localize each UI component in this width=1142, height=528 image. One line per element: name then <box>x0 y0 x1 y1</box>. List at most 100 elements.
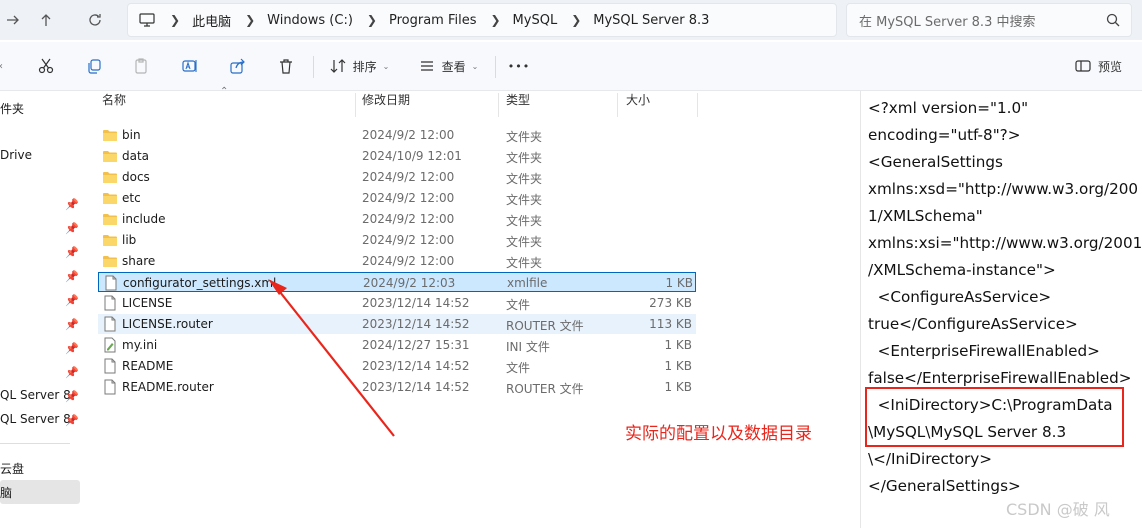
search-box[interactable]: 在 MySQL Server 8.3 中搜索 <box>846 3 1132 37</box>
sort-button[interactable]: 排序 ⌄ <box>326 54 392 78</box>
annotation-text: 实际的配置以及数据目录 <box>625 424 812 444</box>
pin-icon: 📌 <box>65 366 79 379</box>
file-type: xmlfile <box>507 276 548 290</box>
column-divider[interactable] <box>498 93 499 117</box>
xml-line: <ConfigureAsService> <box>868 288 1052 306</box>
file-size: 1 KB <box>665 276 693 290</box>
file-name: LICENSE.router <box>122 317 213 331</box>
file-row[interactable]: my.ini 2024/12/27 15:31 INI 文件 1 KB <box>98 335 696 355</box>
pin-icon: 📌 <box>65 390 79 403</box>
column-header-type[interactable]: 类型 <box>506 91 530 117</box>
file-row[interactable]: include 2024/9/2 12:00 文件夹 <box>98 209 696 229</box>
pin-icon: 📌 <box>65 342 79 355</box>
file-name: include <box>122 212 166 226</box>
breadcrumb-item[interactable]: ❯ Program Files <box>353 13 477 28</box>
refresh-icon[interactable] <box>82 7 108 33</box>
file-type: ROUTER 文件 <box>506 319 584 333</box>
file-row[interactable]: data 2024/10/9 12:01 文件夹 <box>98 146 696 166</box>
cut-icon[interactable] <box>34 54 58 78</box>
file-icon <box>102 295 118 311</box>
file-row[interactable]: LICENSE.router 2023/12/14 14:52 ROUTER 文件 1… <box>98 314 696 334</box>
copy-icon[interactable] <box>82 54 106 78</box>
folder-icon <box>102 190 118 206</box>
file-type: 文件夹 <box>506 214 543 228</box>
pin-icon: 📌 <box>65 318 79 331</box>
breadcrumb-item[interactable]: ❯ MySQL <box>476 13 557 28</box>
pin-icon: 📌 <box>65 246 79 259</box>
file-row[interactable]: LICENSE 2023/12/14 14:52 文件 273 KB <box>98 293 696 313</box>
file-row[interactable]: README.router 2023/12/14 14:52 ROUTER 文件 1 … <box>98 377 696 397</box>
column-header-date[interactable]: 修改日期 <box>362 91 410 117</box>
nav-item-mysql-server-1[interactable]: QL Server 8 <box>0 388 71 402</box>
pin-icon: 📌 <box>65 294 79 307</box>
file-type: 文件夹 <box>506 235 543 249</box>
file-date: 2024/9/2 12:00 <box>362 254 455 268</box>
chevron-right-icon: ❯ <box>170 13 181 27</box>
breadcrumb-item[interactable]: ❯ Windows (C:) <box>231 13 353 28</box>
column-divider[interactable] <box>617 93 618 117</box>
ini-file-icon <box>102 337 118 353</box>
search-placeholder: 在 MySQL Server 8.3 中搜索 <box>859 14 1036 30</box>
file-type: 文件夹 <box>506 256 543 270</box>
file-date: 2024/12/27 15:31 <box>362 338 470 352</box>
breadcrumb-item[interactable]: ❯ MySQL Server 8.3 <box>557 13 709 28</box>
breadcrumb-item[interactable]: ❯ 此电脑 <box>156 11 231 30</box>
rename-icon[interactable] <box>178 54 202 78</box>
column-divider[interactable] <box>355 93 356 117</box>
share-icon[interactable] <box>226 54 250 78</box>
column-header-size[interactable]: 大小 <box>626 91 650 117</box>
file-name: lib <box>122 233 137 247</box>
nav-item-mysql-server-2[interactable]: QL Server 8 <box>0 412 71 426</box>
file-row[interactable]: README 2023/12/14 14:52 文件 1 KB <box>98 356 696 376</box>
file-date: 2023/12/14 14:52 <box>362 359 470 373</box>
forward-arrow-icon[interactable] <box>0 7 26 33</box>
file-date: 2024/9/2 12:03 <box>363 276 456 290</box>
more-options-button[interactable]: ••• <box>505 54 533 78</box>
file-date: 2024/9/2 12:00 <box>362 212 455 226</box>
file-size: 273 KB <box>649 296 692 310</box>
pin-icon: 📌 <box>65 222 79 235</box>
column-header-name[interactable]: 名称 <box>102 91 126 117</box>
up-arrow-icon[interactable] <box>33 7 59 33</box>
address-bar[interactable]: ❯ 此电脑 ❯ Windows (C:) ❯ Program Files ❯ MySQL… <box>127 3 837 37</box>
file-row[interactable]: configurator_settings.xml 2024/9/2 12:03 x… <box>98 272 696 292</box>
search-icon[interactable] <box>1105 12 1121 28</box>
column-divider[interactable] <box>697 93 698 117</box>
folder-icon <box>102 253 118 269</box>
file-date: 2024/10/9 12:01 <box>362 149 462 163</box>
computer-icon <box>138 11 156 29</box>
view-icon <box>420 61 433 71</box>
nav-item-cloud-drive[interactable]: 云盘 <box>0 460 24 477</box>
xml-line: 1/XMLSchema" <box>868 207 983 225</box>
file-icon <box>102 358 118 374</box>
file-row[interactable]: docs 2024/9/2 12:00 文件夹 <box>98 167 696 187</box>
toolbar-divider <box>495 56 496 78</box>
file-row[interactable]: lib 2024/9/2 12:00 文件夹 <box>98 230 696 250</box>
xml-line: \</IniDirectory> <box>868 450 993 468</box>
chevron-left-icon[interactable]: ‹ <box>0 54 6 78</box>
view-button[interactable]: 查看 ⌄ <box>414 54 482 78</box>
preview-pane-button[interactable]: 预览 <box>1070 54 1126 78</box>
file-date: 2023/12/14 14:52 <box>362 296 470 310</box>
file-type: INI 文件 <box>506 340 550 354</box>
file-date: 2023/12/14 14:52 <box>362 317 470 331</box>
nav-item-folders[interactable]: 件夹 <box>0 100 24 117</box>
xml-line: <GeneralSettings <box>868 153 1003 171</box>
file-row[interactable]: bin 2024/9/2 12:00 文件夹 <box>98 125 696 145</box>
toolbar-divider <box>313 56 314 78</box>
delete-icon[interactable] <box>274 54 298 78</box>
paste-icon[interactable] <box>130 54 154 78</box>
command-bar: ‹ 排序⌄ 查看⌄ ••• 预览 <box>0 42 1142 91</box>
nav-item-this-pc[interactable]: 脑 <box>0 484 12 501</box>
nav-divider <box>0 443 70 444</box>
nav-item-onedrive[interactable]: Drive <box>0 148 32 162</box>
sort-icon <box>330 59 346 73</box>
file-type: ROUTER 文件 <box>506 382 584 396</box>
file-name: my.ini <box>122 338 158 352</box>
chevron-right-icon: ❯ <box>571 13 582 27</box>
file-name: etc <box>122 191 141 205</box>
file-row[interactable]: share 2024/9/2 12:00 文件夹 <box>98 251 696 271</box>
file-name: bin <box>122 128 141 142</box>
file-date: 2023/12/14 14:52 <box>362 380 470 394</box>
file-row[interactable]: etc 2024/9/2 12:00 文件夹 <box>98 188 696 208</box>
